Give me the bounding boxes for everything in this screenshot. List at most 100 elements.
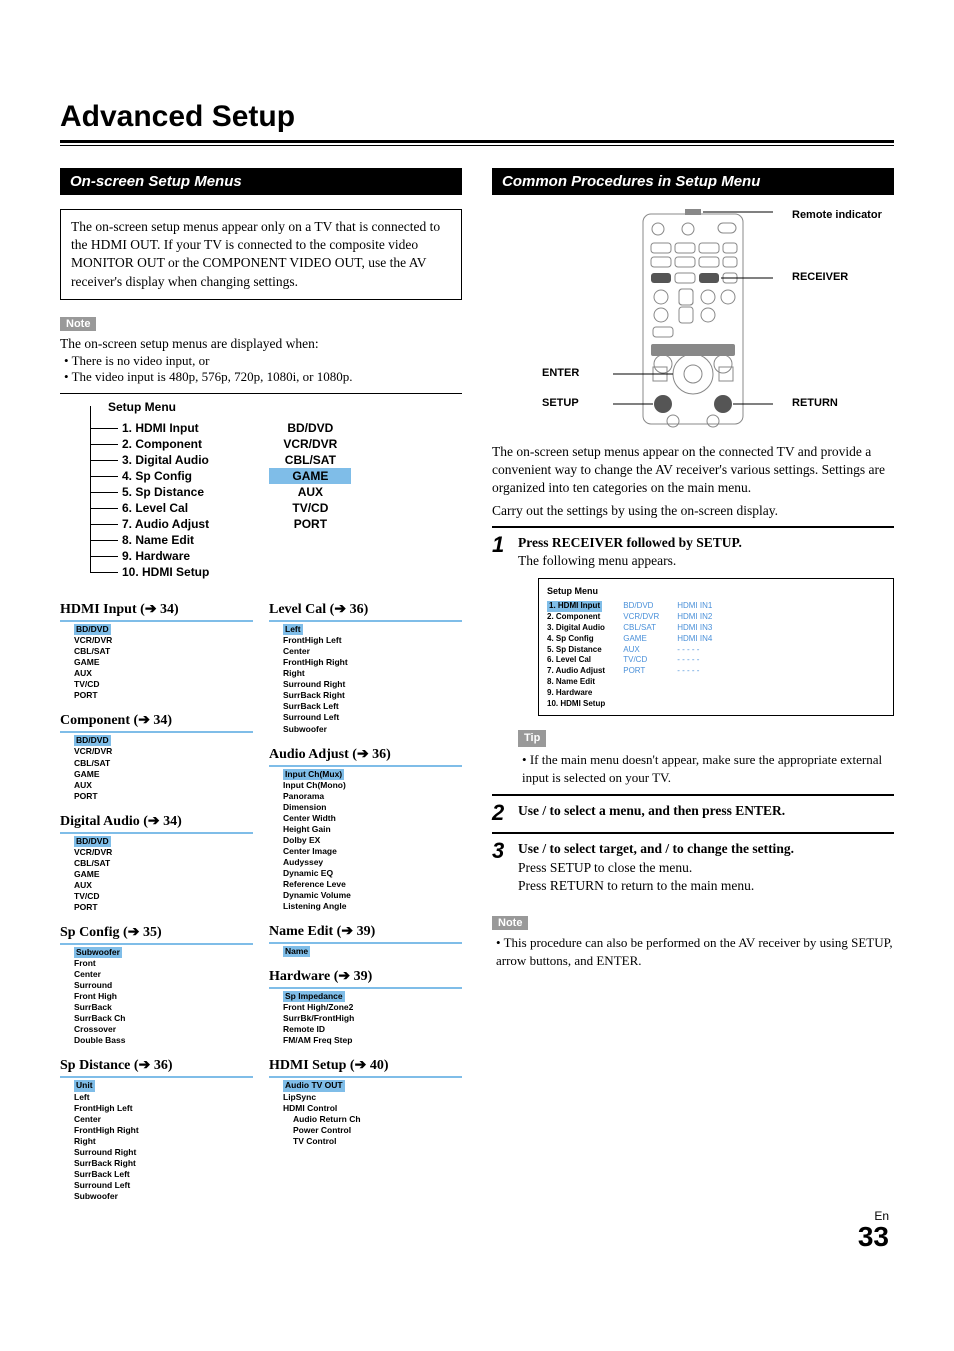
step-1-head: Press RECEIVER followed by SETUP.	[518, 535, 742, 550]
subsection-list: Audio TV OUTLipSyncHDMI ControlAudio Ret…	[269, 1076, 462, 1146]
subcol-right: Level Cal (➔ 36)LeftFrontHigh LeftCenter…	[269, 590, 462, 1202]
subsection-item: Dolby EX	[283, 835, 462, 846]
subsection-item: Front	[74, 958, 253, 969]
menu-item: 6. Level Cal	[100, 500, 209, 516]
setup-menu-right: BD/DVD VCR/DVR CBL/SAT GAME AUX TV/CD PO…	[269, 420, 351, 580]
step-number: 3	[492, 840, 518, 895]
columns: On-screen Setup Menus The on-screen setu…	[60, 168, 894, 1202]
menu-item: 3. Digital Audio	[100, 452, 209, 468]
subsection-item: AUX	[74, 880, 253, 891]
subsection-item: SurrBack Ch	[74, 1013, 253, 1024]
subsection-item: PORT	[74, 791, 253, 802]
subsection-list: BD/DVDVCR/DVRCBL/SATGAMEAUXPORT	[60, 731, 253, 801]
subsection-item: Panorama	[283, 791, 462, 802]
menu-item: 10. HDMI Setup	[100, 564, 209, 580]
subsection-item: Surround Right	[74, 1147, 253, 1158]
onscreen-item: HDMI IN4	[677, 634, 712, 645]
setup-menu-title: Setup Menu	[108, 400, 462, 414]
subsection-item: SurrBack	[74, 1002, 253, 1013]
menu-value-highlighted: GAME	[269, 468, 351, 484]
menu-value: PORT	[269, 516, 351, 532]
subsection-item: Audio TV OUT	[283, 1080, 345, 1091]
menu-value: VCR/DVR	[269, 436, 351, 452]
step-2: 2 Use / to select a menu, and then press…	[492, 794, 894, 832]
step-3: 3 Use / to select target, and / to chang…	[492, 832, 894, 903]
menu-value: BD/DVD	[269, 420, 351, 436]
steps: 1 Press RECEIVER followed by SETUP. The …	[492, 526, 894, 903]
intro-text: The on-screen setup menus appear only on…	[71, 219, 440, 289]
step-number: 2	[492, 802, 518, 824]
subsection-item: GAME	[74, 769, 253, 780]
subsection-item: FM/AM Freq Step	[283, 1035, 462, 1046]
subsection-item: Unit	[74, 1080, 95, 1091]
bottom-note: This procedure can also be performed on …	[496, 934, 894, 969]
subsection-item: Crossover	[74, 1024, 253, 1035]
label-remote-indicator: Remote indicator	[792, 209, 882, 221]
onscreen-item: AUX	[623, 645, 659, 656]
remote-diagram: Remote indicator RECEIVER ENTER SETUP RE…	[492, 209, 894, 429]
subsection-item: VCR/DVR	[74, 746, 253, 757]
onscreen-item: 3. Digital Audio	[547, 623, 605, 634]
subsection-item: Left	[74, 1092, 253, 1103]
subsection-item: TV Control	[283, 1136, 462, 1147]
menu-value: TV/CD	[269, 500, 351, 516]
subsection-item: Surround Left	[74, 1180, 253, 1191]
subsection-head: Sp Config (➔ 35)	[60, 923, 253, 941]
subsection-item: Audio Return Ch	[283, 1114, 462, 1125]
page-number: En 33	[858, 1209, 889, 1251]
subsection-item: VCR/DVR	[74, 847, 253, 858]
section-heading-right: Common Procedures in Setup Menu	[492, 168, 894, 195]
subsection-item: PORT	[74, 690, 253, 701]
subsection-item: BD/DVD	[74, 735, 111, 746]
onscreen-item: TV/CD	[623, 655, 659, 666]
label-setup: SETUP	[542, 397, 579, 409]
subsection-head: HDMI Setup (➔ 40)	[269, 1056, 462, 1074]
subsection-item: Listening Angle	[283, 901, 462, 912]
subsection-item: Height Gain	[283, 824, 462, 835]
subsection-list: UnitLeftFrontHigh LeftCenterFrontHigh Ri…	[60, 1076, 253, 1202]
subsection-list: Name	[269, 942, 462, 957]
subsection-item: TV/CD	[74, 679, 253, 690]
step-number: 1	[492, 534, 518, 786]
label-return: RETURN	[792, 397, 838, 409]
subsection-list: BD/DVDVCR/DVRCBL/SATGAMEAUXTV/CDPORT	[60, 620, 253, 701]
subsection-item: AUX	[74, 780, 253, 791]
note-intro: The on-screen setup menus are displayed …	[60, 335, 462, 353]
subsection-item: VCR/DVR	[74, 635, 253, 646]
onscreen-item: 4. Sp Config	[547, 634, 605, 645]
subsection-item: Center Image	[283, 846, 462, 857]
subsection-item: Front High/Zone2	[283, 1002, 462, 1013]
onscreen-item: - - - - -	[677, 645, 712, 656]
subsection-list: LeftFrontHigh LeftCenterFrontHigh RightR…	[269, 620, 462, 734]
subsection-list: Sp ImpedanceFront High/Zone2SurrBk/Front…	[269, 987, 462, 1046]
onscreen-item: 2. Component	[547, 612, 605, 623]
onscreen-item: BD/DVD	[623, 601, 659, 612]
subsection-item: Double Bass	[74, 1035, 253, 1046]
subsection-head: Hardware (➔ 39)	[269, 967, 462, 985]
subsection-item: SurrBack Right	[283, 690, 462, 701]
right-intro: The on-screen setup menus appear on the …	[492, 443, 894, 498]
subsections: HDMI Input (➔ 34)BD/DVDVCR/DVRCBL/SATGAM…	[60, 590, 462, 1202]
subsection-item: SurrBack Left	[74, 1169, 253, 1180]
subsection-item: CBL/SAT	[74, 858, 253, 869]
intro-box: The on-screen setup menus appear only on…	[60, 209, 462, 300]
page: Advanced Setup On-screen Setup Menus The…	[0, 0, 954, 1242]
subsection-item: Center	[74, 1114, 253, 1125]
subsection-item: Surround Right	[283, 679, 462, 690]
menu-item: 4. Sp Config	[100, 468, 209, 484]
onscreen-col3: HDMI IN1HDMI IN2HDMI IN3HDMI IN4- - - - …	[677, 601, 712, 709]
subsection-item: TV/CD	[74, 891, 253, 902]
onscreen-item: 9. Hardware	[547, 688, 605, 699]
onscreen-item: 10. HDMI Setup	[547, 699, 605, 710]
onscreen-item: - - - - -	[677, 666, 712, 677]
subsection-item: Surround Left	[283, 712, 462, 723]
subsection-item: Left	[283, 624, 303, 635]
subsection-item: CBL/SAT	[74, 758, 253, 769]
subsection-item: BD/DVD	[74, 624, 111, 635]
subsection-item: PORT	[74, 902, 253, 913]
subsection-item: SurrBack Right	[74, 1158, 253, 1169]
menu-item: 2. Component	[100, 436, 209, 452]
subsection-item: Center	[74, 969, 253, 980]
subsection-item: Dynamic EQ	[283, 868, 462, 879]
rule	[60, 140, 894, 143]
